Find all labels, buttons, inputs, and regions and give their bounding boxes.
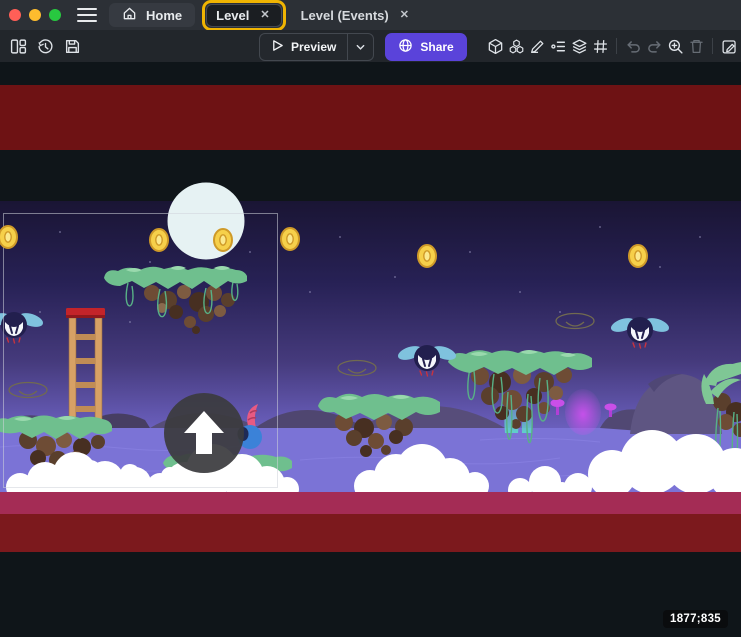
- tab-home[interactable]: Home: [109, 3, 195, 27]
- panel-layout-icon[interactable]: [9, 37, 27, 55]
- tab-highlight-box: Level ✕: [202, 0, 285, 31]
- globe-icon: [398, 38, 413, 56]
- coin[interactable]: [150, 229, 168, 251]
- share-button[interactable]: Share: [385, 33, 466, 61]
- scene-properties-icon[interactable]: [720, 37, 738, 55]
- close-tab-icon[interactable]: ✕: [398, 9, 411, 22]
- scene-canvas[interactable]: 1877;835: [0, 62, 741, 637]
- share-label: Share: [420, 40, 453, 54]
- title-bar: Home Level ✕ Level (Events) ✕: [0, 0, 741, 30]
- save-icon[interactable]: [63, 37, 81, 55]
- scene-render: [0, 62, 741, 637]
- ground-band-dark[interactable]: [0, 514, 741, 552]
- redo-icon[interactable]: [645, 37, 663, 55]
- trash-icon[interactable]: [687, 37, 705, 55]
- tab-level[interactable]: Level ✕: [206, 4, 281, 27]
- traffic-lights: [0, 9, 71, 21]
- tab-level-events[interactable]: Level (Events) ✕: [289, 8, 423, 23]
- coin[interactable]: [0, 226, 17, 248]
- object-groups-icon[interactable]: [507, 37, 525, 55]
- preview-button[interactable]: Preview: [259, 33, 374, 61]
- scene-editor-toolbar: Preview Share: [0, 30, 741, 62]
- tab-label: Home: [146, 8, 182, 23]
- preview-label: Preview: [291, 40, 336, 54]
- tab-label: Level (Events): [301, 8, 389, 23]
- layers-icon[interactable]: [570, 37, 588, 55]
- project-manager-menu-icon[interactable]: [77, 8, 97, 22]
- close-tab-icon[interactable]: ✕: [258, 9, 271, 22]
- coin[interactable]: [281, 228, 299, 250]
- maximize-window-button[interactable]: [49, 9, 61, 21]
- home-icon: [122, 6, 137, 24]
- objects-icon[interactable]: [486, 37, 504, 55]
- coin[interactable]: [418, 245, 436, 267]
- tab-strip: Home Level ✕ Level (Events) ✕: [109, 0, 423, 30]
- cursor-coordinates-badge: 1877;835: [663, 610, 728, 628]
- ground-band[interactable]: [0, 492, 741, 514]
- grid-icon[interactable]: [591, 37, 609, 55]
- undo-icon[interactable]: [624, 37, 642, 55]
- jump-touch-button[interactable]: [164, 393, 244, 473]
- minimize-window-button[interactable]: [29, 9, 41, 21]
- pencil-icon[interactable]: [528, 37, 546, 55]
- history-icon[interactable]: [36, 37, 54, 55]
- close-window-button[interactable]: [9, 9, 21, 21]
- zoom-in-icon[interactable]: [666, 37, 684, 55]
- gdevelop-window: Home Level ✕ Level (Events) ✕: [0, 0, 741, 637]
- tab-label: Level: [216, 8, 249, 23]
- top-red-band[interactable]: [0, 85, 741, 150]
- instances-icon[interactable]: [549, 37, 567, 55]
- moon[interactable]: [168, 183, 245, 260]
- coin[interactable]: [629, 245, 647, 267]
- coin[interactable]: [214, 229, 232, 251]
- preview-options-dropdown[interactable]: [348, 42, 373, 53]
- play-icon: [271, 39, 284, 55]
